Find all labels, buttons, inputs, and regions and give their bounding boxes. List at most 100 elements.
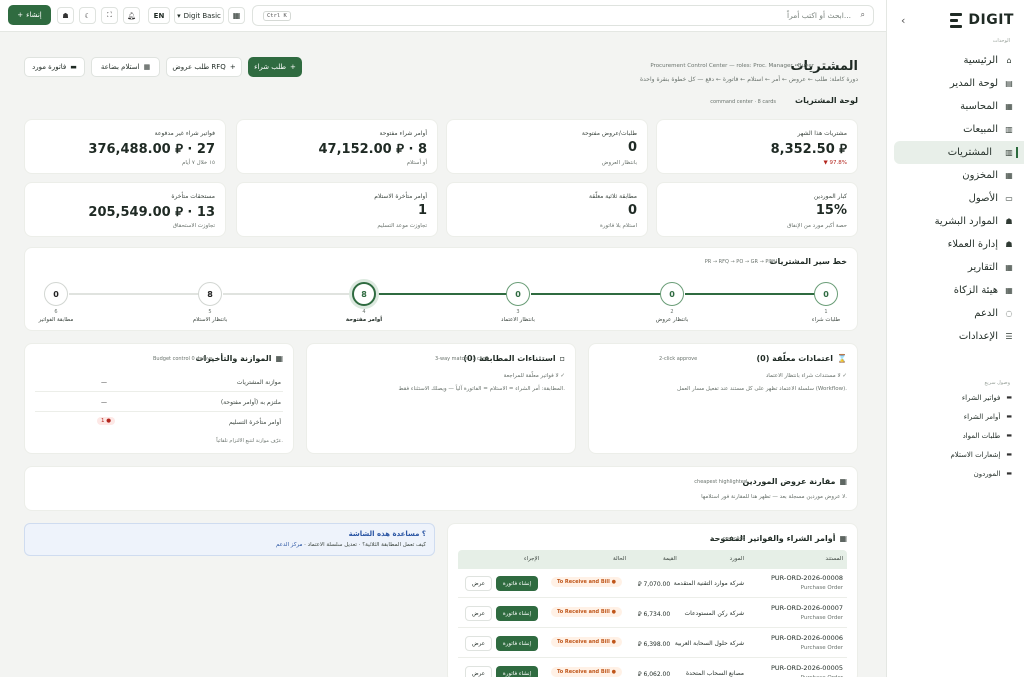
pipeline-stage-node[interactable]: 0 bbox=[814, 282, 838, 306]
theme-selector[interactable]: ▾ Digit Basic bbox=[174, 7, 224, 24]
budget-note: عرّف موازنة لتتبع الالتزام تلقائياً. bbox=[216, 438, 283, 444]
sidebar-item[interactable]: ▦ المحاسبة bbox=[886, 95, 1024, 118]
sidebar-item[interactable]: ⌂ الرئيسية bbox=[886, 49, 1024, 72]
kpi-value: 1 bbox=[417, 203, 427, 218]
sidebar-item[interactable]: ▦ هيئة الزكاة bbox=[886, 279, 1024, 302]
favorite-item[interactable]: ▬ فواتير الشراء bbox=[886, 388, 1024, 407]
pipeline-stage-node[interactable]: 0 bbox=[44, 282, 68, 306]
kpi-card[interactable]: طلبات/عروض مفتوحة 0 بانتظار العروض bbox=[446, 119, 648, 174]
receive-label: استلام بضاعة bbox=[100, 63, 140, 71]
favorites-caption: وصول سريع bbox=[984, 380, 1010, 386]
search-input[interactable]: Ctrl K ابحث أو اكتب أمراً... ⌕ bbox=[252, 5, 874, 26]
col-amount: القيمة bbox=[663, 556, 677, 562]
sidebar-item-label: المخزون bbox=[962, 170, 998, 181]
kpi-value: 0 bbox=[627, 140, 637, 155]
view-button[interactable]: عرض bbox=[465, 636, 492, 651]
pipeline-stage-count: 6 bbox=[54, 309, 58, 315]
kpi-card[interactable]: كبار الموردين 15% حصة أكبر مورد من الإنفاق bbox=[656, 182, 858, 237]
collapse-sidebar-icon[interactable]: ‹ bbox=[901, 14, 905, 27]
sidebar-item[interactable]: ☗ إدارة العملاء bbox=[886, 233, 1024, 256]
pipeline-stage-node[interactable]: 8 bbox=[198, 282, 222, 306]
apps-grid-icon[interactable]: ▦ bbox=[228, 7, 245, 24]
order-doc-id[interactable]: PUR-ORD-2026-00007 bbox=[771, 604, 843, 612]
chart-icon: ▦ bbox=[275, 354, 283, 363]
sidebar-item[interactable]: ▥ المشتريات bbox=[894, 141, 1024, 164]
kpi-label: فواتير شراء غير مدفوعة bbox=[154, 130, 215, 137]
create-button[interactable]: + إنشاء bbox=[8, 5, 51, 25]
order-doc-id[interactable]: PUR-ORD-2026-00008 bbox=[771, 574, 843, 582]
pipeline-title: خط سير المشتريات bbox=[769, 257, 847, 266]
favorite-item[interactable]: ▬ إشعارات الاستلام bbox=[886, 445, 1024, 464]
user-icon[interactable]: ☗ bbox=[57, 7, 74, 24]
purchases-icon: ▥ bbox=[1005, 148, 1013, 157]
favorite-item-label: أوامر الشراء bbox=[963, 412, 1001, 421]
view-button[interactable]: عرض bbox=[465, 576, 492, 591]
budget-row: موازنة المشتريات — bbox=[35, 372, 283, 392]
favorite-item[interactable]: ▬ طلبات المواد bbox=[886, 426, 1024, 445]
quotes-card: ▦ مقارنة عروض الموردين cheapest highlight… bbox=[24, 466, 858, 511]
supplier-invoice-button[interactable]: فاتورة مورد ▬ bbox=[24, 57, 85, 77]
favorite-item-label: الموردون bbox=[973, 469, 1001, 478]
budget-row: أوامر متأخرة التسليم 1 ● bbox=[35, 412, 283, 432]
pipeline-stage-node[interactable]: 0 bbox=[660, 282, 684, 306]
create-invoice-button[interactable]: إنشاء فاتورة bbox=[496, 636, 538, 651]
favorite-item-label: إشعارات الاستلام bbox=[950, 450, 1001, 459]
pipeline-stage-node[interactable]: 8 bbox=[352, 282, 376, 306]
main-nav: ⌂ الرئيسية ▤ لوحة المدير ▦ المحاسبة ▥ المبيعات ▥… bbox=[886, 49, 1024, 348]
order-amount: ⃁ 6,062.00 bbox=[638, 671, 671, 677]
sidebar-item[interactable]: ▦ المخزون bbox=[886, 164, 1024, 187]
kpi-card[interactable]: فواتير شراء غير مدفوعة 376,488.00 ⃁ · 27 ١… bbox=[24, 119, 226, 174]
new-rfq-button[interactable]: طلب عروض RFQ + bbox=[166, 57, 242, 77]
sidebar-item[interactable]: ☰ الإعدادات bbox=[886, 325, 1024, 348]
kpi-subtext: أو أستلام bbox=[406, 160, 427, 166]
order-status-badge: To Receive and Bill ● bbox=[551, 607, 622, 617]
order-supplier: مصانع السحاب المتحدة bbox=[685, 670, 744, 677]
kpi-label: طلبات/عروض مفتوحة bbox=[581, 130, 637, 137]
sidebar-item[interactable]: ▥ المبيعات bbox=[886, 118, 1024, 141]
create-invoice-button[interactable]: إنشاء فاتورة bbox=[496, 576, 538, 591]
table-header: المستند المورد القيمة الحالة الإجراء bbox=[458, 550, 847, 569]
view-button[interactable]: عرض bbox=[465, 606, 492, 621]
create-invoice-button[interactable]: إنشاء فاتورة bbox=[496, 666, 538, 677]
kpi-card[interactable]: أوامر شراء مفتوحة 47,152.00 ⃁ · 8 أو أستلا… bbox=[236, 119, 438, 174]
pipeline-connector bbox=[531, 293, 673, 295]
compare-icon: ▦ bbox=[839, 477, 847, 486]
pipeline-stage-label: بانتظار عروض bbox=[655, 317, 689, 323]
help-text: كيف تعمل المطابقة الثلاثية؟ · تعديل سلسل… bbox=[276, 542, 426, 548]
sidebar-item[interactable]: ☗ الموارد البشرية bbox=[886, 210, 1024, 233]
kpi-subtext: تجاوزت موعد التسليم bbox=[377, 223, 427, 229]
sidebar-item[interactable]: ▭ الأصول bbox=[886, 187, 1024, 210]
moon-icon[interactable]: ☾ bbox=[79, 7, 96, 24]
favorite-item[interactable]: ▬ أوامر الشراء bbox=[886, 407, 1024, 426]
manager-dashboard-icon: ▤ bbox=[1005, 79, 1013, 88]
supplier-invoice-label: فاتورة مورد bbox=[32, 63, 67, 71]
kpi-card[interactable]: مطابقة ثلاثية معلّقة 0 استلام بلا فاتورة bbox=[446, 182, 648, 237]
order-doc-id[interactable]: PUR-ORD-2026-00006 bbox=[771, 634, 843, 642]
logo[interactable]: DIGIT bbox=[950, 12, 1014, 28]
sidebar-item[interactable]: ▤ لوحة المدير bbox=[886, 72, 1024, 95]
kpi-card[interactable]: مستحقات متأخرة 205,549.00 ⃁ · 13 تجاوزت ال… bbox=[24, 182, 226, 237]
pipeline-connector bbox=[377, 293, 519, 295]
pipeline-card: خط سير المشتريات PR → RFQ → PO → GR → PI… bbox=[24, 247, 858, 331]
bell-icon[interactable]: 🔔︎ bbox=[123, 7, 140, 24]
pipeline-stage-node[interactable]: 0 bbox=[506, 282, 530, 306]
view-button[interactable]: عرض bbox=[465, 666, 492, 677]
favorite-item-label: فواتير الشراء bbox=[961, 393, 1001, 402]
order-doc-id[interactable]: PUR-ORD-2026-00005 bbox=[771, 664, 843, 672]
sidebar-item[interactable]: ▦ التقارير bbox=[886, 256, 1024, 279]
col-action: الإجراء bbox=[524, 556, 540, 562]
pipeline-stage-label: أوامر مفتوحة bbox=[345, 317, 383, 323]
quotes-title: ▦ مقارنة عروض الموردين bbox=[742, 477, 847, 486]
sidebar-item-label: المحاسبة bbox=[960, 101, 998, 112]
kpi-card[interactable]: أوامر متأخرة الاستلام 1 تجاوزت موعد التسلي… bbox=[236, 182, 438, 237]
create-invoice-button[interactable]: إنشاء فاتورة bbox=[496, 606, 538, 621]
col-status: الحالة bbox=[613, 556, 627, 562]
new-po-button[interactable]: طلب شراء + bbox=[248, 57, 302, 77]
language-toggle[interactable]: EN bbox=[148, 7, 170, 24]
support-center-link[interactable]: مركز الدعم bbox=[276, 542, 302, 548]
receive-goods-button[interactable]: استلام بضاعة ▦ bbox=[91, 57, 160, 77]
favorite-item[interactable]: ▬ الموردون bbox=[886, 464, 1024, 483]
kpi-card[interactable]: مشتريات هذا الشهر 8,352.50 ⃁ ▼ 97.8% bbox=[656, 119, 858, 174]
sidebar-item[interactable]: ◌ الدعم bbox=[886, 302, 1024, 325]
fullscreen-icon[interactable]: ⛶ bbox=[101, 7, 118, 24]
